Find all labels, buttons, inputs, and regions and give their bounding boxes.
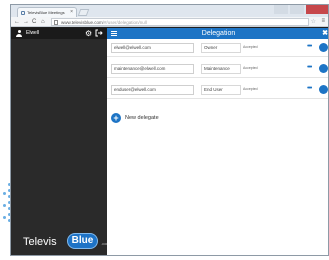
delegation-panel: Delegation ✖ elwell@elwell.com Owner Acc…	[107, 28, 328, 255]
back-button[interactable]: ←	[14, 18, 20, 26]
delegate-email-field[interactable]: maintenance@elwell.com	[111, 64, 194, 74]
window-close-button[interactable]	[306, 5, 328, 14]
logo-pill: Blue	[67, 233, 98, 249]
maximize-button[interactable]	[290, 5, 304, 14]
minimize-button[interactable]	[274, 5, 288, 14]
new-tab-button[interactable]	[77, 9, 90, 16]
plus-circle-icon: +	[111, 113, 121, 123]
title-bar: TelevisBlue Meetings ×	[11, 5, 328, 17]
sidebar-header: Elwell ⚙	[11, 28, 107, 39]
delegate-action-button[interactable]	[319, 64, 328, 73]
delegate-email-field[interactable]: elwell@elwell.com	[111, 43, 194, 53]
delegate-status: Accepted	[243, 66, 258, 70]
new-delegate-label: New delegate	[125, 115, 159, 121]
browser-toolbar: ← → C ⌂ www.televisblue.com/#/user/deleg…	[11, 17, 328, 27]
favicon-icon	[21, 11, 25, 15]
panel-header: Delegation ✖	[107, 28, 328, 39]
user-icon	[16, 30, 22, 37]
home-button[interactable]: ⌂	[41, 18, 45, 26]
gear-icon[interactable]: ⚙	[85, 29, 92, 38]
browser-tab[interactable]: TelevisBlue Meetings ×	[17, 7, 77, 17]
browser-window: TelevisBlue Meetings × ← → C ⌂ www.telev…	[10, 4, 329, 256]
more-options-icon[interactable]: •••	[307, 84, 312, 93]
delegate-status: Accepted	[243, 45, 258, 49]
sign-out-icon[interactable]	[95, 29, 103, 37]
reload-button[interactable]: C	[32, 18, 36, 26]
logo-text: Televis	[23, 236, 57, 248]
browser-menu-icon[interactable]: ≡	[321, 17, 325, 26]
address-bar[interactable]: www.televisblue.com/#/user/delegation/nu…	[51, 18, 309, 26]
tab-close-icon[interactable]: ×	[70, 9, 73, 15]
delegate-row: maintenance@elwell.com Maintenance Accep…	[107, 60, 328, 78]
forward-button[interactable]: →	[23, 18, 29, 26]
sidebar: Elwell ⚙ Televis Blue .com	[11, 28, 110, 255]
delegate-action-button[interactable]	[319, 43, 328, 52]
bookmark-star-icon[interactable]: ☆	[311, 18, 316, 26]
delegate-status: Accepted	[243, 87, 258, 91]
more-options-icon[interactable]: •••	[307, 63, 312, 72]
delegate-role-select[interactable]: End User	[201, 85, 241, 95]
page-title: Delegation	[201, 30, 236, 37]
delegate-action-button[interactable]	[319, 85, 328, 94]
user-name: Elwell	[26, 30, 40, 36]
delegate-row: elwell@elwell.com Owner Accepted •••	[107, 39, 328, 57]
delegate-role-select[interactable]: Owner	[201, 43, 241, 53]
url-path: /#/user/delegation/null	[102, 20, 147, 25]
tab-title: TelevisBlue Meetings	[27, 10, 65, 15]
more-options-icon[interactable]: •••	[307, 42, 312, 51]
close-icon[interactable]: ✖	[322, 29, 328, 38]
delegate-role-select[interactable]: Maintenance	[201, 64, 241, 74]
delegate-row: enduser@elwell.com End User Accepted •••	[107, 81, 328, 99]
delegate-email-field[interactable]: enduser@elwell.com	[111, 85, 194, 95]
url-host: www.televisblue.com	[61, 20, 103, 25]
page-icon	[54, 20, 58, 25]
